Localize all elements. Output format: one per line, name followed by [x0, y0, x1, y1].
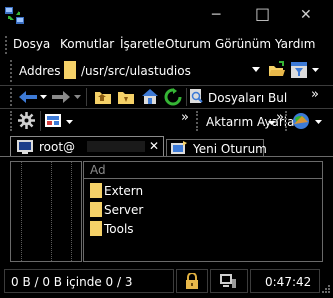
gear-icon[interactable]: [18, 112, 35, 129]
settings-toolbar: » Aktarım Ayarları »: [0, 109, 333, 133]
address-path: /usr/src/ulastudios: [81, 64, 191, 78]
tree-column-divider: [71, 162, 73, 261]
tab-session-root[interactable]: root@ ✕: [10, 136, 164, 157]
list-item-name: Server: [104, 203, 144, 217]
terminal-icon: [17, 140, 33, 154]
minimize-button[interactable]: ─: [212, 8, 220, 22]
menu-item-session[interactable]: Oturum: [165, 38, 211, 50]
back-dropdown-icon[interactable]: [40, 95, 47, 99]
address-grip[interactable]: [10, 60, 16, 82]
find-files-icon[interactable]: [190, 89, 204, 105]
status-selection-panel: 0 B / 0 B içinde 0 / 3: [4, 269, 174, 293]
menu-item-commands[interactable]: Komutlar: [60, 38, 114, 50]
address-label: Addres: [19, 64, 61, 78]
sync-browse-icon[interactable]: [292, 112, 310, 130]
tab-close-button[interactable]: ✕: [149, 140, 159, 152]
session-time: 0:47:42: [265, 275, 312, 289]
lock-icon[interactable]: [185, 273, 199, 289]
status-bar: 0 B / 0 B içinde 0 / 3 0:47:42: [0, 266, 333, 296]
status-time-panel: 0:47:42: [250, 269, 320, 293]
display-dropdown-icon[interactable]: [66, 120, 73, 124]
menu-bar: Dosya Komutlar İşaretle Oturum Görünüm Y…: [0, 34, 333, 56]
menu-grip[interactable]: [5, 36, 11, 54]
resize-grip-icon[interactable]: [321, 284, 331, 294]
folder-icon: [90, 202, 102, 217]
file-list-pane[interactable]: Ad Extern Server Tools: [83, 161, 323, 262]
toolbar-separator: [40, 111, 41, 131]
forward-dropdown-icon[interactable]: [74, 95, 81, 99]
forward-icon[interactable]: [51, 89, 71, 105]
address-toolbar: Addres /usr/src/ulastudios: [0, 58, 333, 84]
address-dropdown-icon[interactable]: [252, 67, 260, 72]
tab-label: root@: [39, 140, 76, 154]
tab-label: Yeni Oturum: [193, 142, 267, 156]
toolbar-separator: [186, 88, 187, 106]
home-icon[interactable]: [141, 88, 159, 105]
folder-icon: [90, 183, 102, 198]
toolbar-overflow-button[interactable]: »: [181, 111, 189, 124]
list-item[interactable]: Server: [88, 201, 288, 219]
app-icon: [5, 6, 25, 26]
toolbar-separator: [86, 88, 87, 106]
refresh-icon[interactable]: [164, 88, 182, 106]
transfer-grip[interactable]: [196, 111, 202, 131]
maximize-button[interactable]: □: [255, 6, 270, 22]
server-icon[interactable]: [219, 273, 237, 289]
tree-column-divider: [51, 162, 53, 261]
navigation-toolbar: Dosyaları Bul »: [0, 86, 333, 108]
list-item-name: Tools: [104, 222, 134, 236]
list-item[interactable]: Extern: [88, 182, 288, 200]
menu-item-mark[interactable]: İşaretle: [120, 38, 165, 50]
parent-folder-icon[interactable]: [94, 89, 112, 105]
filter-dropdown-icon[interactable]: [312, 68, 319, 72]
folder-icon: [64, 61, 76, 79]
list-item-name: Extern: [104, 184, 144, 198]
root-folder-icon[interactable]: [117, 89, 135, 105]
menu-item-view[interactable]: Görünüm: [215, 38, 271, 50]
nav-grip[interactable]: [10, 88, 16, 106]
filter-icon[interactable]: [291, 62, 307, 78]
status-protocol-panel: [210, 269, 248, 293]
tree-column-divider: [21, 162, 23, 261]
column-header-label: Ad: [90, 163, 106, 177]
title-bar: ─ □ ✕: [0, 0, 333, 34]
folder-icon: [90, 221, 102, 236]
display-icon[interactable]: [45, 114, 61, 127]
folder-tree-pane[interactable]: [10, 161, 82, 262]
hostname-redaction: [87, 141, 145, 152]
back-icon[interactable]: [18, 89, 38, 105]
tabs-baseline: [0, 156, 333, 157]
settings-grip[interactable]: [10, 111, 16, 131]
sync-dropdown-icon[interactable]: [315, 120, 322, 124]
close-button[interactable]: ✕: [300, 8, 312, 22]
list-item[interactable]: Tools: [88, 220, 288, 238]
menu-item-file[interactable]: Dosya: [13, 38, 50, 50]
new-session-icon: [171, 141, 187, 155]
transfer-dropdown-icon[interactable]: [268, 121, 275, 125]
status-encryption-panel: [176, 269, 208, 293]
toolbar-overflow-button[interactable]: »: [276, 111, 284, 124]
column-header-name[interactable]: Ad: [84, 162, 322, 179]
address-input[interactable]: /usr/src/ulastudios: [63, 60, 261, 81]
tab-new-session[interactable]: Yeni Oturum: [166, 139, 267, 157]
toolbar-overflow-button[interactable]: »: [311, 88, 319, 101]
find-files-button[interactable]: Dosyaları Bul: [208, 92, 287, 104]
open-folder-icon[interactable]: [268, 61, 286, 79]
menu-item-help[interactable]: Yardım: [275, 38, 315, 50]
status-selection-text: 0 B / 0 B içinde 0 / 3: [11, 275, 133, 289]
sync-grip[interactable]: [285, 111, 291, 131]
